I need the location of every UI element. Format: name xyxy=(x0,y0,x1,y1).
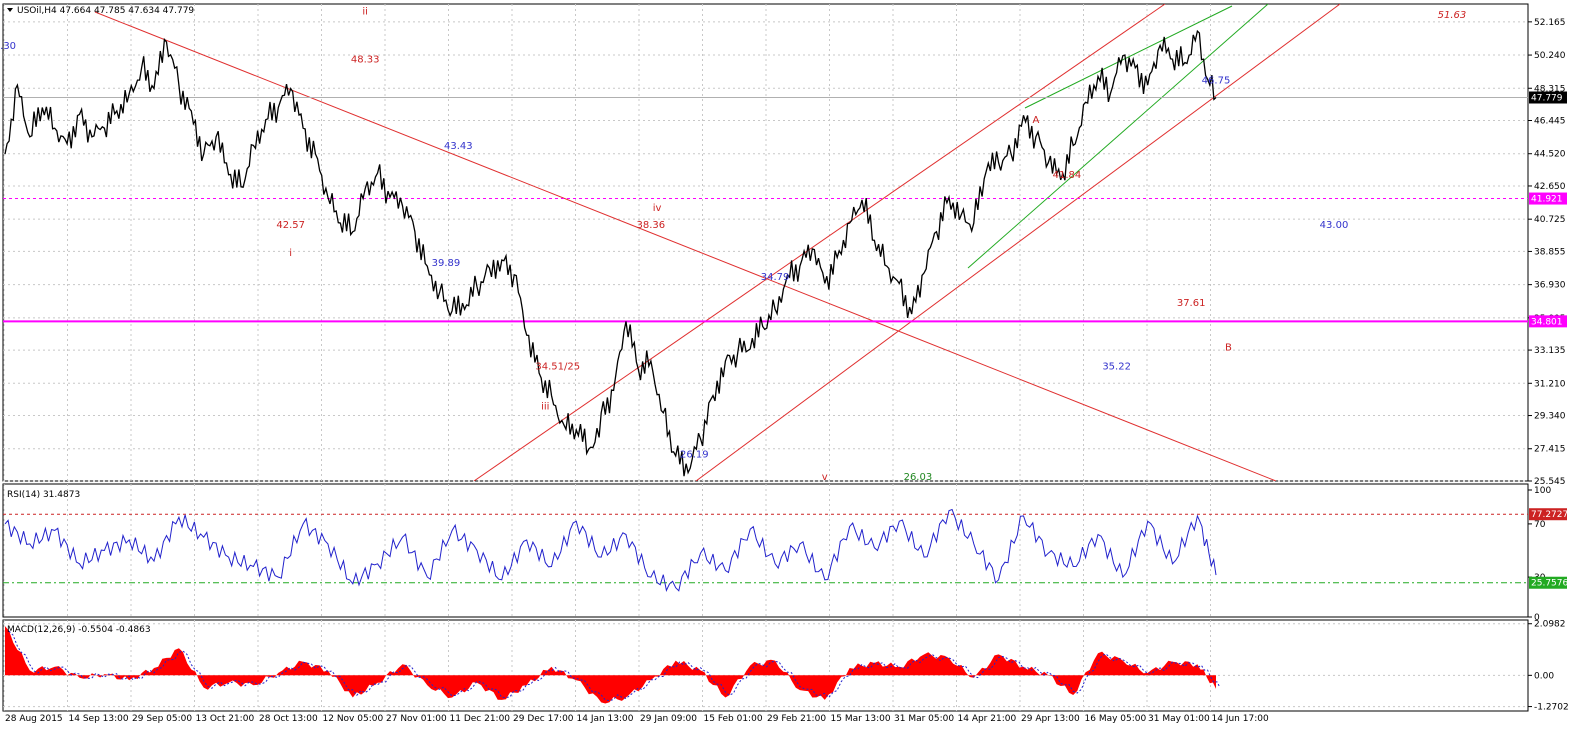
wave-annotation: 39.89 xyxy=(432,258,461,269)
x-tick-label: 29 Dec 17:00 xyxy=(513,714,574,724)
x-tick-label: 28 Aug 2015 xyxy=(5,714,63,724)
y-tick-label: 42.650 xyxy=(1534,182,1566,192)
y-tick-label: 46.445 xyxy=(1534,117,1566,127)
x-tick-label: 28 Oct 13:00 xyxy=(259,714,318,724)
y-tick-label: 27.415 xyxy=(1534,445,1566,455)
wave-annotation: .30 xyxy=(0,41,16,52)
wave-annotation: 37.61 xyxy=(1177,298,1206,309)
wave-annotation: 42.57 xyxy=(276,220,305,231)
x-tick-label: 29 Apr 13:00 xyxy=(1021,714,1080,724)
y-tick-label: 70 xyxy=(1534,520,1546,530)
y-tick-label: 52.165 xyxy=(1534,18,1566,28)
wave-annotation: 34.51/25 xyxy=(535,362,580,373)
x-tick-label: 29 Sep 05:00 xyxy=(132,714,192,724)
wave-annotation: v xyxy=(822,472,828,483)
wave-annotation: A xyxy=(1032,115,1039,126)
price-label-text: 34.801 xyxy=(1531,317,1563,327)
wave-annotation: 51.63 xyxy=(1438,10,1467,21)
x-tick-label: 13 Oct 21:00 xyxy=(196,714,255,724)
x-tick-label: 31 Mar 05:00 xyxy=(894,714,954,724)
x-tick-label: 31 May 01:00 xyxy=(1148,714,1210,724)
macd-panel-header: MACD(12,26,9) -0.5504 -0.4863 xyxy=(7,625,151,635)
y-tick-label: 29.340 xyxy=(1534,412,1566,422)
wave-annotation: 34.79 xyxy=(761,272,790,283)
wave-annotation: 26.03 xyxy=(904,472,933,483)
main-panel-header: USOil,H4 47.664 47.785 47.634 47.779 xyxy=(17,6,194,16)
x-tick-label: 15 Feb 01:00 xyxy=(704,714,763,724)
wave-annotation: 43.00 xyxy=(1320,220,1349,231)
y-tick-label: -1.2702 xyxy=(1534,703,1569,713)
rsi-level-text: 25.7576 xyxy=(1531,579,1568,589)
price-label-text: 41.921 xyxy=(1531,195,1563,205)
wave-annotation: iv xyxy=(653,203,662,214)
x-tick-label: 11 Dec 21:00 xyxy=(450,714,511,724)
y-tick-label: 40.725 xyxy=(1534,215,1566,225)
y-tick-label: 0.00 xyxy=(1534,671,1554,681)
rsi-panel-header: RSI(14) 31.4873 xyxy=(7,490,80,500)
y-tick-label: 36.930 xyxy=(1534,281,1566,291)
wave-annotation: 35.22 xyxy=(1102,362,1131,373)
x-tick-label: 12 Nov 05:00 xyxy=(323,714,384,724)
wave-annotation: 43.43 xyxy=(444,141,473,152)
x-tick-label: 14 Jun 17:00 xyxy=(1212,714,1269,724)
x-tick-label: 15 Mar 13:00 xyxy=(831,714,891,724)
wave-annotation: 41.84 xyxy=(1053,170,1082,181)
chart-root: 28 Aug 2015 14 Sep 13:00 29 Sep 05:00 13 Oc… xyxy=(0,3,1569,724)
y-tick-label: 44.520 xyxy=(1534,150,1566,160)
wave-annotation: ii xyxy=(362,6,368,17)
wave-annotation: i xyxy=(289,248,292,259)
wave-annotation: B xyxy=(1225,343,1232,354)
y-tick-label: 33.135 xyxy=(1534,346,1566,356)
rsi-level-text: 77.2727 xyxy=(1531,510,1568,520)
x-tick-label: 29 Jan 09:00 xyxy=(640,714,697,724)
x-tick-label: 14 Apr 21:00 xyxy=(958,714,1017,724)
x-tick-label: 29 Feb 21:00 xyxy=(767,714,826,724)
x-tick-label: 16 May 05:00 xyxy=(1085,714,1147,724)
y-tick-label: 2.0982 xyxy=(1534,620,1566,630)
wave-annotation: 46.75 xyxy=(1202,75,1231,86)
y-tick-label: 31.210 xyxy=(1534,379,1566,389)
wave-annotation: 48.33 xyxy=(351,55,380,66)
x-tick-label: 27 Nov 01:00 xyxy=(386,714,447,724)
x-tick-label: 14 Jan 13:00 xyxy=(577,714,634,724)
y-tick-label: 38.855 xyxy=(1534,247,1566,257)
wave-annotation: 26.19 xyxy=(680,450,709,461)
wave-annotation: 38.36 xyxy=(637,220,666,231)
y-tick-label: 100 xyxy=(1534,486,1551,496)
price-label-text: 47.779 xyxy=(1531,94,1563,104)
y-tick-label: 50.240 xyxy=(1534,51,1566,61)
wave-annotation: iii xyxy=(541,401,549,412)
x-tick-label: 14 Sep 13:00 xyxy=(69,714,129,724)
